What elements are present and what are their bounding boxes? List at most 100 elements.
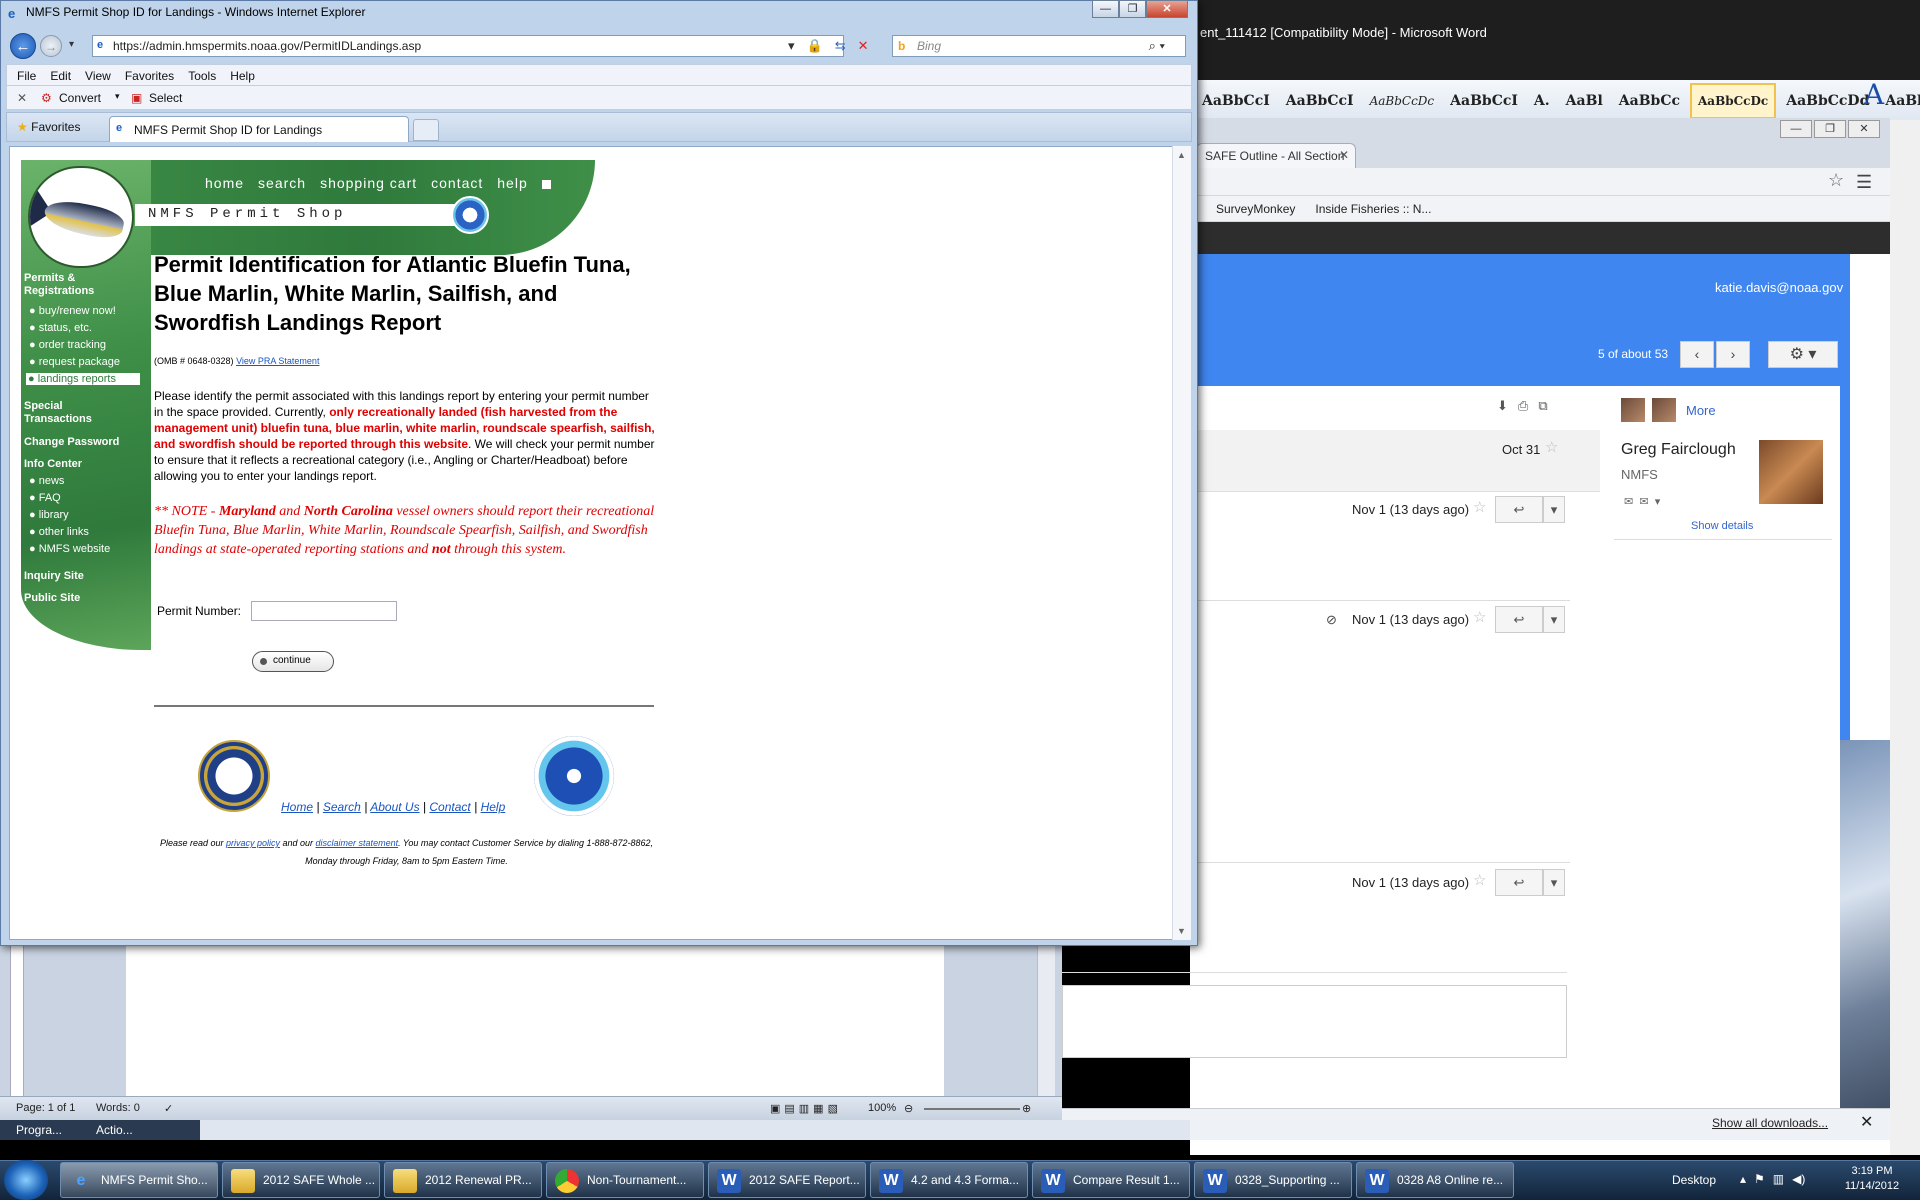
download-icon[interactable]: ⬇	[1497, 398, 1508, 414]
lock-icon[interactable]: 🔒	[807, 38, 823, 54]
privacy-policy-link[interactable]: privacy policy	[226, 838, 280, 848]
star-icon[interactable]: ☆	[1545, 438, 1558, 456]
nav-shopping-cart[interactable]: shopping cart	[320, 175, 417, 191]
quick-style-item[interactable]: A.	[1528, 83, 1556, 119]
scroll-up-icon[interactable]: ▲	[1177, 150, 1186, 160]
quick-style-item[interactable]: AaBl	[1560, 83, 1609, 119]
zoom-level[interactable]: 100%	[868, 1102, 896, 1114]
settings-gear-icon[interactable]: ⚙ ▾	[1768, 341, 1838, 368]
footer-link-search[interactable]: Search	[323, 800, 361, 814]
select-button[interactable]: Select	[149, 91, 182, 105]
show-hidden-icons-icon[interactable]: ▴	[1740, 1172, 1746, 1186]
side-item-order-tracking[interactable]: ● order tracking	[29, 339, 106, 351]
minimize-button[interactable]: —	[1780, 120, 1812, 138]
maximize-button[interactable]: ❐	[1119, 0, 1146, 18]
quick-style-item[interactable]: AaBbCc	[1613, 83, 1686, 119]
side-head-public[interactable]: Public Site	[24, 592, 80, 605]
volume-icon[interactable]: ◀)	[1792, 1172, 1805, 1186]
chrome-omnibox[interactable]	[1190, 168, 1890, 196]
nav-home[interactable]: home	[205, 175, 244, 191]
show-details-link[interactable]: Show details	[1691, 520, 1753, 532]
star-icon[interactable]: ☆	[1473, 498, 1486, 516]
more-actions-button[interactable]: ▾	[1543, 869, 1565, 896]
close-button[interactable]: ✕	[1848, 120, 1880, 138]
search-icon[interactable]: ⌕ ▾	[1149, 38, 1165, 54]
change-styles-icon[interactable]: A	[1854, 78, 1894, 118]
star-icon[interactable]: ☆	[1473, 871, 1486, 889]
bookmark-star-icon[interactable]: ☆	[1828, 170, 1844, 191]
footer-link-home[interactable]: Home	[281, 800, 313, 814]
view-buttons[interactable]: ▣▤▥▦▧	[770, 1102, 842, 1115]
forward-button[interactable]: →	[40, 35, 62, 57]
disclaimer-link[interactable]: disclaimer statement	[316, 838, 399, 848]
zoom-slider[interactable]	[924, 1108, 1020, 1110]
menu-view[interactable]: View	[85, 65, 119, 85]
ie-tab[interactable]: e NMFS Permit Shop ID for Landings	[109, 116, 409, 142]
print-icon[interactable]: ⎙	[1518, 398, 1528, 414]
dropdown-icon[interactable]: ▾	[788, 38, 795, 54]
gmail-account[interactable]: katie.davis@noaa.gov	[1715, 280, 1843, 295]
quick-style-item[interactable]: AaBbCcI	[1444, 83, 1524, 119]
side-item-landings-reports[interactable]: ● landings reports	[26, 373, 140, 385]
footer-link-about-us[interactable]: About Us	[370, 800, 419, 814]
ie-scrollbar[interactable]: ▲ ▼	[1172, 146, 1191, 940]
stop-icon[interactable]: ✕	[858, 38, 869, 54]
zoom-out-icon[interactable]: ⊖	[904, 1102, 913, 1115]
more-contacts-link[interactable]: More	[1686, 403, 1716, 418]
convert-button[interactable]: Convert	[59, 91, 101, 105]
pra-statement-link[interactable]: View PRA Statement	[236, 356, 319, 366]
menu-favorites[interactable]: Favorites	[125, 65, 182, 85]
taskbar-item[interactable]: Non-Tournament...	[546, 1162, 704, 1198]
chrome-menu-icon[interactable]: ☰	[1856, 172, 1872, 193]
side-head-permits[interactable]: Permits & Registrations	[24, 272, 124, 298]
menu-help[interactable]: Help	[230, 65, 263, 85]
taskbar-item[interactable]: W 0328_Supporting ...	[1194, 1162, 1352, 1198]
quick-style-item[interactable]: AaBbCcDc	[1690, 82, 1777, 119]
side-head-inquiry[interactable]: Inquiry Site	[24, 570, 84, 583]
show-all-downloads-link[interactable]: Show all downloads...	[1712, 1116, 1828, 1130]
close-icon[interactable]: ✕	[1339, 148, 1349, 162]
convert-dropdown-icon[interactable]: ▾	[115, 91, 120, 102]
newer-button[interactable]: ‹	[1680, 341, 1714, 368]
menu-tools[interactable]: Tools	[188, 65, 224, 85]
bookmark-surveymonkey[interactable]: SurveyMonkey	[1216, 202, 1295, 216]
side-item-request-package[interactable]: ● request package	[29, 356, 120, 368]
zoom-in-icon[interactable]: ⊕	[1022, 1102, 1031, 1115]
chat-icon[interactable]: ✉	[1624, 496, 1633, 508]
nav-contact[interactable]: contact	[431, 175, 483, 191]
side-item-faq[interactable]: ● FAQ	[29, 492, 61, 504]
back-button[interactable]: ←	[10, 33, 36, 59]
quick-style-item[interactable]: AaBbCcI	[1196, 83, 1276, 119]
side-head-change-password[interactable]: Change Password	[24, 436, 119, 449]
new-window-icon[interactable]: ⧉	[1538, 398, 1547, 414]
taskbar-item[interactable]: W Compare Result 1...	[1032, 1162, 1190, 1198]
word-scrollbar[interactable]	[1037, 945, 1055, 1105]
proofing-icon[interactable]: ✓	[164, 1102, 173, 1115]
maximize-button[interactable]: ❐	[1814, 120, 1846, 138]
bookmark-inside-fisheries[interactable]: Inside Fisheries :: N...	[1315, 202, 1431, 216]
new-tab-button[interactable]	[413, 119, 439, 141]
clock[interactable]: 3:19 PM 11/14/2012	[1836, 1164, 1908, 1194]
quick-style-item[interactable]: AaBbCcDc	[1364, 83, 1441, 119]
side-item-news[interactable]: ● news	[29, 475, 64, 487]
favorites-button[interactable]: ★ Favorites	[17, 120, 80, 134]
minimize-button[interactable]: —	[1092, 0, 1119, 18]
side-item-buy-renew[interactable]: ● buy/renew now!	[29, 305, 116, 317]
search-input[interactable]: b Bing ⌕ ▾	[892, 35, 1186, 57]
taskbar-item[interactable]: 2012 SAFE Whole ...	[222, 1162, 380, 1198]
side-item-library[interactable]: ● library	[29, 509, 69, 521]
side-head-info-center[interactable]: Info Center	[24, 458, 82, 471]
scroll-down-icon[interactable]: ▼	[1177, 926, 1186, 936]
footer-link-contact[interactable]: Contact	[429, 800, 470, 814]
email-icon[interactable]: ✉	[1639, 496, 1648, 508]
more-actions-button[interactable]: ▾	[1543, 606, 1565, 633]
mail-message-header[interactable]	[1190, 430, 1600, 492]
refresh-icon[interactable]: ⇆	[835, 38, 846, 54]
taskbar-item[interactable]: e NMFS Permit Sho...	[60, 1162, 218, 1198]
menu-file[interactable]: File	[17, 65, 44, 85]
address-bar[interactable]: e https://admin.hmspermits.noaa.gov/Permi…	[92, 35, 844, 57]
reply-button[interactable]: ↩	[1495, 606, 1543, 633]
older-button[interactable]: ›	[1716, 341, 1750, 368]
word-count[interactable]: Words: 0	[96, 1102, 140, 1114]
avatar[interactable]	[1621, 398, 1645, 422]
